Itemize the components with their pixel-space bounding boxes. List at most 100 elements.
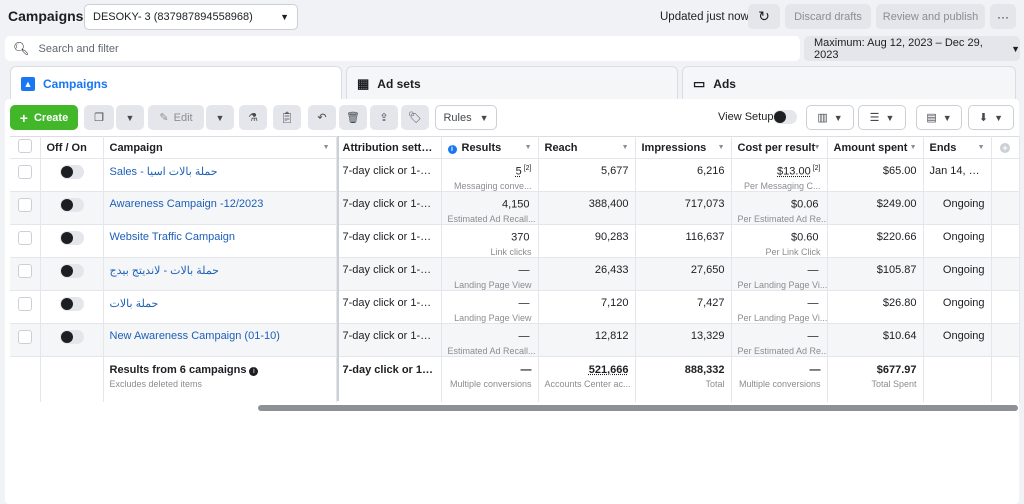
col-amount-spent[interactable]: Amount spent ▼ (827, 136, 924, 159)
totals-row: Results from 6 campaigns i Excludes delete… (10, 356, 1020, 402)
campaign-toggle[interactable] (59, 330, 84, 344)
reach-cell: 26,433 (538, 257, 636, 291)
undo-button[interactable]: ↶ (308, 105, 336, 130)
table-row[interactable]: حملة بالات - لانديتج بيدج 7-day click or … (10, 257, 1020, 291)
campaign-toggle[interactable] (59, 198, 84, 212)
plus-icon: + (19, 109, 28, 126)
edit-button[interactable]: ✎ Edit (148, 105, 204, 130)
page-title: Campaigns (8, 8, 84, 24)
more-options-button[interactable]: ··· (990, 4, 1016, 29)
campaign-link[interactable]: Awareness Campaign -12/2023 (110, 198, 264, 210)
chevron-down-icon: ▼ (479, 112, 489, 123)
ends-cell: Ongoing (923, 191, 992, 225)
duplicate-button[interactable]: ❐ (84, 105, 114, 130)
attribution-cell: 7-day click or 1-da... (336, 158, 442, 192)
search-input[interactable] (38, 42, 739, 55)
col-ends[interactable]: Ends ▼ (923, 136, 992, 159)
campaign-link[interactable]: حملة بالات - لانديتج بيدج (110, 265, 219, 277)
date-range-picker[interactable]: Maximum: Aug 12, 2023 – Dec 29, 2023 ▼ (804, 36, 1020, 61)
create-button[interactable]: + Create (10, 105, 78, 130)
col-reach[interactable]: Reach ▼ (538, 136, 636, 159)
reports-button[interactable]: ▤ ▼ (916, 105, 962, 130)
cpr-value: — (807, 264, 819, 277)
duplicate-icon: ❐ (94, 112, 104, 124)
ab-test-button[interactable]: ⚗ (239, 105, 267, 130)
table-row[interactable]: Website Traffic Campaign 7-day click or 1… (10, 224, 1020, 258)
campaign-link[interactable]: New Awareness Campaign (01-10) (110, 330, 280, 342)
table-row[interactable]: New Awareness Campaign (01-10) 7-day clic… (10, 323, 1020, 357)
account-selector[interactable]: DESOKY- 3 (837987894558968) ▼ (84, 4, 298, 30)
col-impressions[interactable]: Impressions ▼ (635, 136, 732, 159)
breakdown-button[interactable]: ☰ ▼ (858, 105, 906, 130)
tab-ads[interactable]: ▭ Ads (682, 66, 1016, 100)
chevron-down-icon: ▼ (280, 12, 289, 22)
columns-button[interactable]: ▥ ▼ (806, 105, 854, 130)
col-campaign[interactable]: Campaign ▼ (103, 136, 337, 159)
empty-cell (923, 356, 992, 402)
duplicate-menu-button[interactable]: ▼ (116, 105, 144, 130)
toggle-cell (40, 191, 104, 225)
row-checkbox[interactable] (17, 297, 32, 311)
delete-button[interactable]: 🗑︎ (339, 105, 367, 130)
table-row[interactable]: Awareness Campaign -12/2023 7-day click o… (10, 191, 1020, 225)
row-checkbox[interactable] (17, 165, 32, 179)
ends-cell: Jan 14, 2024 (923, 158, 992, 192)
campaigns-panel: + Create ❐ ▼ ✎ Edit ▼ ⚗ 📋︎ ↶ 🗑︎ ⇪ 🏷︎ Rul… (5, 99, 1020, 504)
cpr-value: $0.60 (790, 231, 819, 244)
chevron-down-icon: ▼ (885, 112, 895, 123)
col-cost-per-result[interactable]: Cost per result ▼ (731, 136, 828, 159)
spacer-cell (991, 257, 1020, 291)
edit-menu-button[interactable]: ▼ (206, 105, 234, 130)
discard-drafts-button[interactable]: Discard drafts (785, 4, 871, 29)
campaign-name-cell: Awareness Campaign -12/2023 (103, 191, 337, 225)
row-checkbox[interactable] (17, 231, 32, 245)
select-all-checkbox[interactable] (17, 139, 32, 153)
horizontal-scrollbar[interactable] (258, 405, 1018, 411)
totals-impressions: 888,332 (684, 364, 725, 376)
campaign-toggle[interactable] (59, 231, 84, 245)
export-button[interactable]: ⬇ ▼ (968, 105, 1014, 130)
info-icon[interactable]: i (249, 367, 259, 376)
campaign-link[interactable]: Sales - حملة بالات اسيا (110, 166, 218, 178)
row-checkbox[interactable] (17, 330, 32, 344)
results-type: Estimated Ad Recall... (447, 213, 536, 224)
col-attribution[interactable]: Attribution setting (336, 136, 442, 159)
toggle-cell (40, 323, 104, 357)
clipboard-button[interactable]: 📋︎ (273, 105, 301, 130)
campaign-name-cell: حملة بالات (103, 290, 337, 324)
info-icon: i (447, 144, 457, 154)
campaign-link[interactable]: حملة بالات (110, 298, 159, 310)
col-off-on[interactable]: Off / On (40, 136, 104, 159)
rules-button[interactable]: Rules ▼ (435, 105, 497, 130)
table-row[interactable]: حملة بالات 7-day click or 1-da... — Landing… (10, 290, 1020, 324)
ends-cell: Ongoing (923, 290, 992, 324)
campaign-toggle[interactable] (59, 297, 84, 311)
sort-icon: ▼ (621, 144, 629, 151)
campaign-toggle[interactable] (59, 264, 84, 278)
ad-icon: ▭ (693, 75, 706, 91)
campaign-link[interactable]: Website Traffic Campaign (110, 231, 236, 243)
cpr-value: — (807, 330, 819, 343)
spent-cell: $26.80 (827, 290, 924, 324)
cpr-type: Per Estimated Ad Re... (737, 345, 827, 356)
impressions-cell: 13,329 (635, 323, 732, 357)
empty-cell (40, 356, 104, 402)
export-ad-button[interactable]: ⇪ (370, 105, 398, 130)
refresh-button[interactable]: ↻ (748, 4, 780, 29)
reports-icon: ▤ (926, 112, 937, 124)
view-setup-toggle[interactable] (773, 110, 797, 124)
row-checkbox[interactable] (17, 198, 32, 212)
tag-button[interactable]: 🏷︎ (401, 105, 429, 130)
tab-ad-sets[interactable]: ▦ Ad sets (346, 66, 678, 100)
search-bar[interactable]: 🔍︎ (5, 36, 800, 61)
table-row[interactable]: Sales - حملة بالات اسيا 7-day click or 1-… (10, 158, 1020, 192)
view-setup-label: View Setup (718, 111, 774, 123)
row-checkbox[interactable] (17, 264, 32, 278)
breakdown-icon: ☰ (869, 112, 880, 124)
add-column-icon[interactable]: + (1000, 142, 1010, 153)
campaign-toggle[interactable] (59, 165, 84, 179)
cpr-type: Per Link Click (765, 246, 821, 257)
col-results[interactable]: i Results ▼ (441, 136, 539, 159)
review-publish-button[interactable]: Review and publish (876, 4, 985, 29)
tab-campaigns[interactable]: ▲ Campaigns (10, 66, 342, 100)
